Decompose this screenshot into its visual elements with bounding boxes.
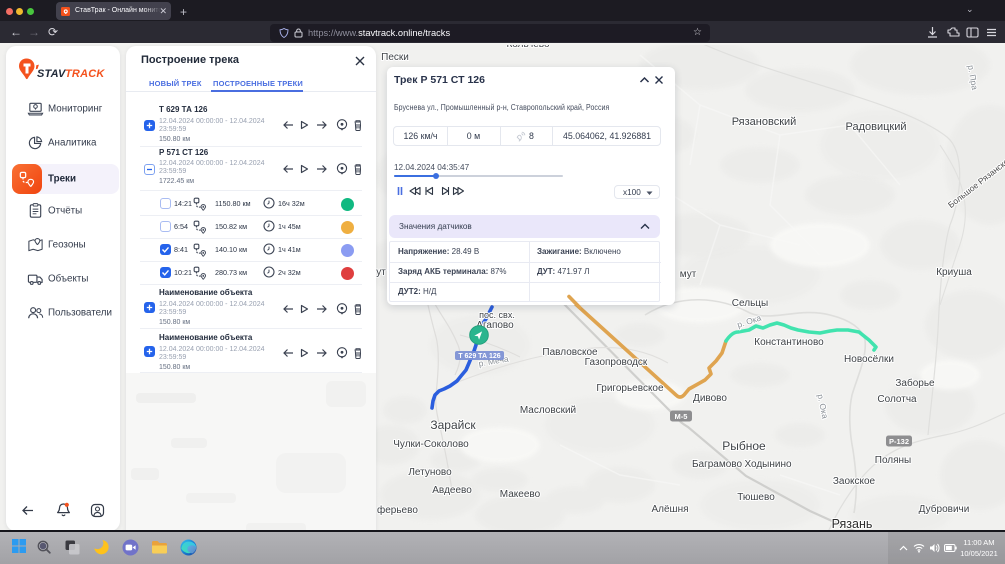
svg-text:Заокское: Заокское bbox=[833, 476, 876, 487]
svg-text:Рыбное: Рыбное bbox=[722, 439, 766, 453]
svg-text:Макеево: Макеево bbox=[500, 489, 541, 500]
svg-text:пос. свх.: пос. свх. bbox=[479, 310, 515, 320]
svg-text:Заборье: Заборье bbox=[895, 377, 935, 389]
svg-text:Кольчево: Кольчево bbox=[506, 45, 550, 50]
svg-text:Т 629 ТА 126: Т 629 ТА 126 bbox=[458, 353, 500, 360]
svg-text:Алёшня: Алёшня bbox=[651, 504, 688, 515]
svg-text:Р-132: Р-132 bbox=[889, 437, 909, 446]
svg-text:Павловское: Павловское bbox=[542, 347, 598, 358]
svg-text:М-5: М-5 bbox=[675, 412, 688, 421]
svg-text:Тюшево: Тюшево bbox=[737, 492, 775, 503]
svg-text:мут: мут bbox=[680, 269, 697, 280]
svg-text:ут: ут bbox=[376, 267, 386, 278]
svg-text:Сельцы: Сельцы bbox=[732, 298, 768, 309]
svg-text:Криуша: Криуша bbox=[936, 267, 972, 278]
svg-text:Масловский: Масловский bbox=[520, 405, 576, 416]
svg-text:ферьево: ферьево bbox=[377, 504, 418, 516]
svg-text:Баграмово: Баграмово bbox=[692, 459, 743, 470]
svg-text:Радовицкий: Радовицкий bbox=[845, 121, 906, 133]
svg-text:Пески: Пески bbox=[381, 52, 409, 63]
svg-text:Григорьевское: Григорьевское bbox=[596, 383, 664, 394]
svg-text:Газопроводск: Газопроводск bbox=[585, 357, 648, 368]
svg-text:Рязановский: Рязановский bbox=[732, 116, 797, 128]
svg-text:Ходынино: Ходынино bbox=[744, 459, 792, 470]
svg-text:Поляны: Поляны bbox=[875, 455, 912, 466]
svg-text:Дивово: Дивово bbox=[693, 393, 727, 404]
svg-text:Рязань: Рязань bbox=[832, 517, 873, 531]
svg-text:Чулки-Соколово: Чулки-Соколово bbox=[393, 439, 469, 450]
svg-text:Солотча: Солотча bbox=[877, 394, 917, 405]
svg-text:Летуново: Летуново bbox=[408, 467, 452, 478]
svg-text:Новосёлки: Новосёлки bbox=[844, 354, 894, 365]
svg-text:STAV: STAV bbox=[37, 68, 67, 80]
svg-text:Дубровичи: Дубровичи bbox=[919, 503, 970, 515]
svg-text:Зарайск: Зарайск bbox=[430, 418, 476, 432]
svg-text:Константиново: Константиново bbox=[754, 337, 824, 348]
svg-text:Авдеево: Авдеево bbox=[432, 485, 472, 496]
svg-text:TRACK: TRACK bbox=[65, 68, 105, 80]
